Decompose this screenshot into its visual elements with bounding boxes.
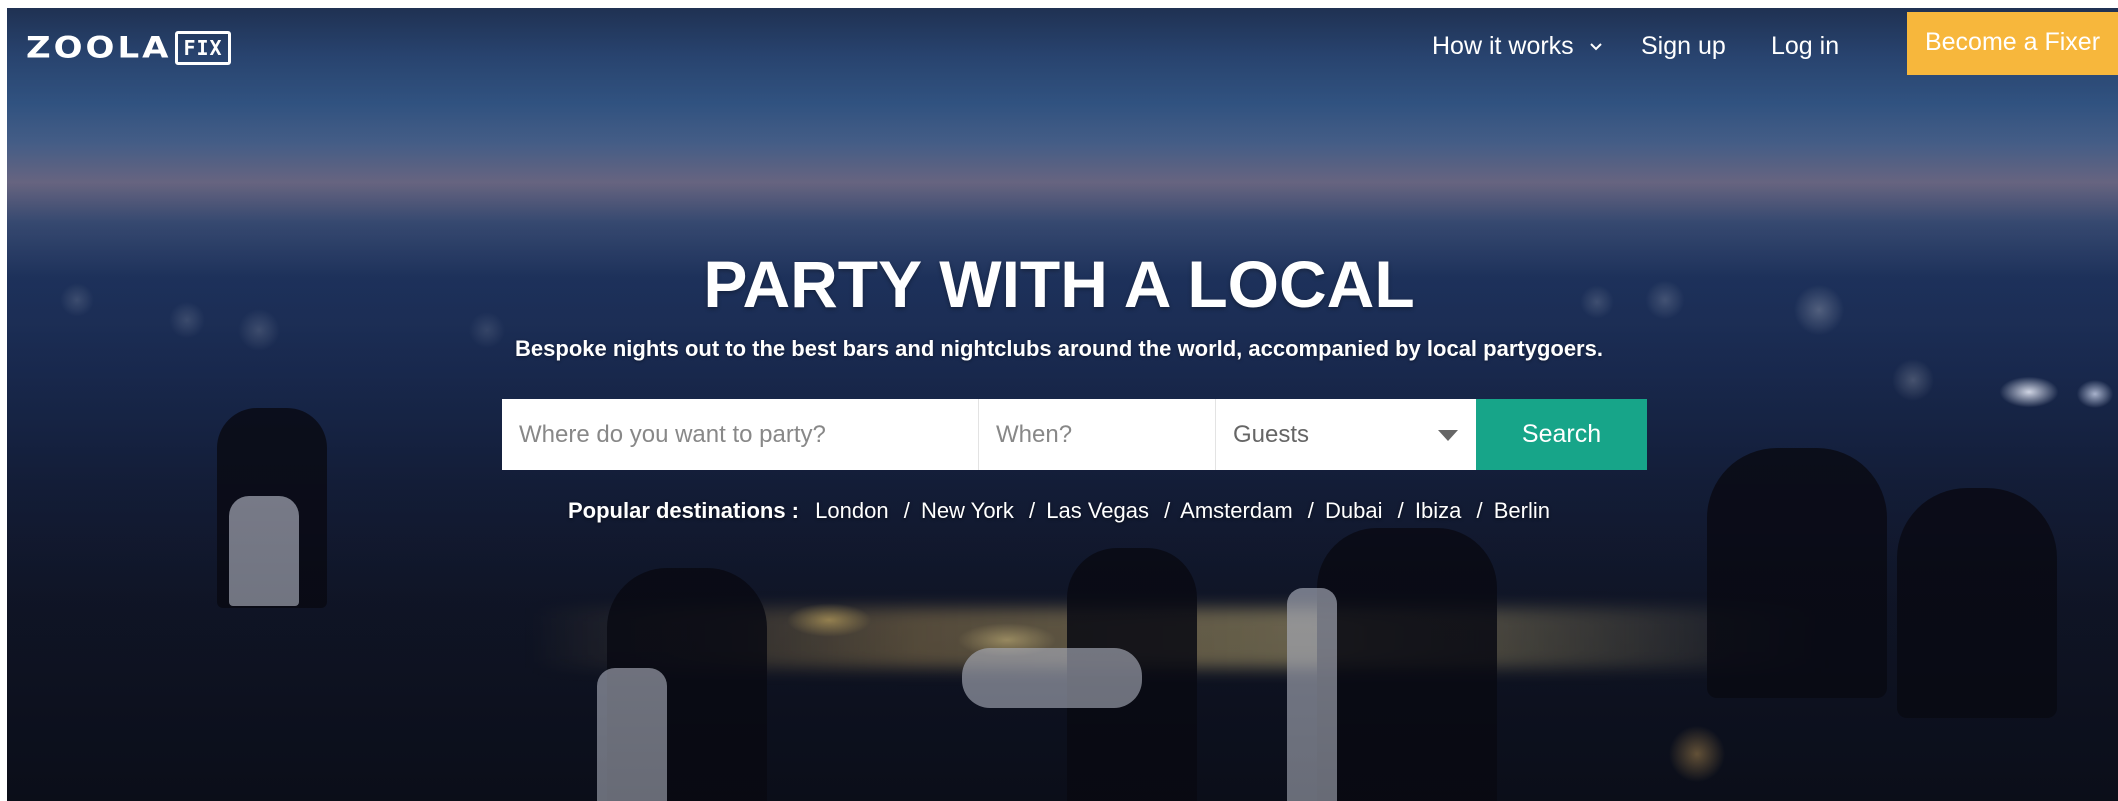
logo-badge-text: FIX xyxy=(183,36,223,60)
dropdown-arrow-icon xyxy=(1438,430,1458,441)
nav-how-it-works[interactable]: How it works xyxy=(1432,30,1603,62)
logo[interactable]: ZOOLA FIX xyxy=(26,30,231,66)
destination-separator: / xyxy=(1307,498,1314,523)
destination-las-vegas[interactable]: Las Vegas xyxy=(1046,498,1149,523)
destination-separator: / xyxy=(903,498,910,523)
destination-berlin[interactable]: Berlin xyxy=(1494,498,1550,523)
logo-wordmark: ZOOLA xyxy=(26,31,172,65)
destination-separator: / xyxy=(1476,498,1483,523)
chevron-down-icon xyxy=(1589,43,1602,51)
nav-log-in[interactable]: Log in xyxy=(1771,30,1839,62)
search-button[interactable]: Search xyxy=(1476,399,1647,470)
top-navigation: ZOOLA FIX How it works Sign up Log in Be… xyxy=(0,0,2118,90)
hero-title: PARTY WITH A LOCAL xyxy=(703,247,1415,321)
destination-london[interactable]: London xyxy=(815,498,888,523)
logo-badge: FIX xyxy=(175,31,231,65)
destination-ibiza[interactable]: Ibiza xyxy=(1415,498,1461,523)
destination-separator: / xyxy=(1164,498,1171,523)
guests-select[interactable]: Guests xyxy=(1216,399,1476,470)
when-input[interactable]: When? xyxy=(979,399,1216,470)
guests-select-value: Guests xyxy=(1233,421,1310,448)
destination-amsterdam[interactable]: Amsterdam xyxy=(1180,498,1292,523)
destination-separator: / xyxy=(1397,498,1404,523)
destination-separator: / xyxy=(1029,498,1036,523)
destination-new-york[interactable]: New York xyxy=(921,498,1014,523)
hero-subtitle: Bespoke nights out to the best bars and … xyxy=(515,336,1603,361)
search-bar: Where do you want to party? When? Guests… xyxy=(502,399,1647,470)
nav-sign-up[interactable]: Sign up xyxy=(1641,30,1726,62)
destination-dubai[interactable]: Dubai xyxy=(1325,498,1382,523)
popular-destinations-label: Popular destinations : xyxy=(567,498,800,523)
popular-destinations: Popular destinations : London / New York… xyxy=(0,496,2118,526)
where-input[interactable]: Where do you want to party? xyxy=(502,399,979,470)
become-a-fixer-button[interactable]: Become a Fixer xyxy=(1907,12,2118,75)
nav-how-it-works-label: How it works xyxy=(1432,32,1574,60)
